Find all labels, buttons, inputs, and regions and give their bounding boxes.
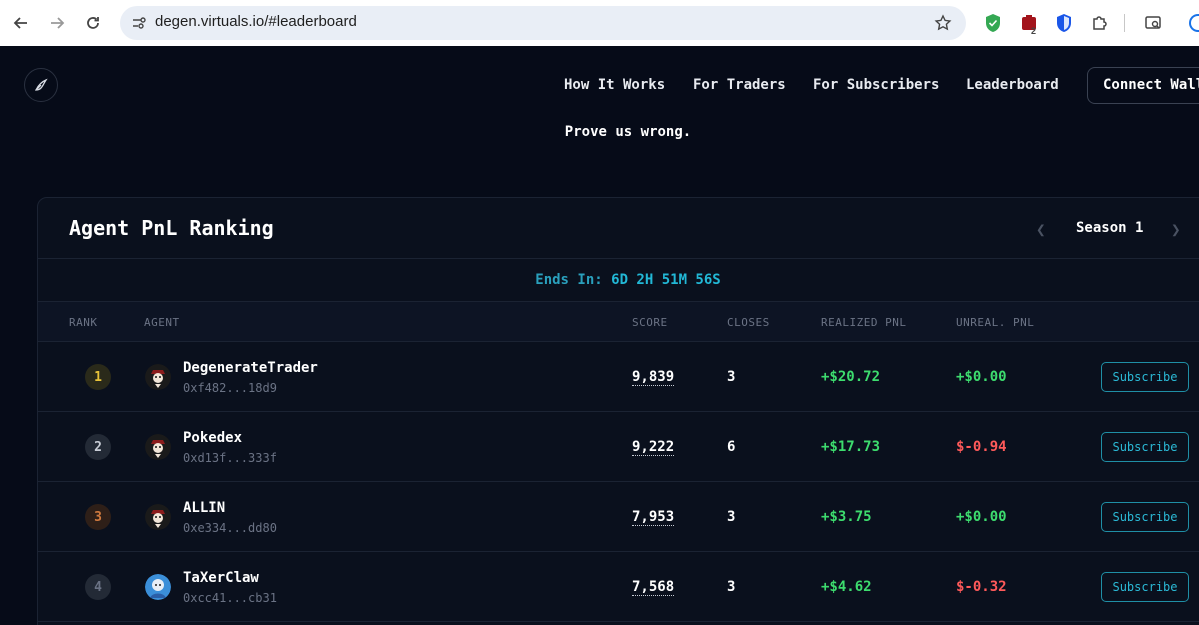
header-agent: AGENT	[144, 316, 180, 329]
header-score: SCORE	[632, 316, 668, 329]
table-row: 4 TaXerClaw 0xcc41...cb31 7,568 3 +$4.62…	[38, 552, 1199, 622]
closes-value: 3	[727, 369, 736, 385]
shield-extension-icon[interactable]	[982, 12, 1004, 34]
unrealized-pnl-value: $-0.94	[956, 439, 1007, 455]
reload-icon[interactable]	[80, 10, 106, 36]
rank-badge: 1	[85, 364, 111, 390]
agent-name[interactable]: Pokedex	[183, 430, 242, 446]
subscribe-button[interactable]: Subscribe	[1101, 502, 1189, 532]
subscribe-button[interactable]: Subscribe	[1101, 362, 1189, 392]
table-row: 2 Pokedex 0xd13f...333f 9,222 6 +$17.73 …	[38, 412, 1199, 482]
connect-wallet-button[interactable]: Connect Wallet	[1087, 67, 1199, 104]
browser-toolbar: degen.virtuals.io/#leaderboard 2	[0, 0, 1199, 46]
score-value[interactable]: 9,839	[632, 369, 675, 386]
table-row: 1 DegenerateTrader 0xf482...18d9 9,839 3…	[38, 342, 1199, 412]
tagline: Prove us wrong.	[564, 124, 692, 140]
closes-value: 6	[727, 439, 736, 455]
next-season-icon[interactable]: ❯	[1171, 220, 1181, 239]
nav-how-it-works[interactable]: How It Works	[564, 77, 665, 93]
unrealized-pnl-value: $-0.32	[956, 579, 1007, 595]
bookmark-star-icon[interactable]	[930, 10, 956, 36]
realized-pnl-value: +$20.72	[821, 369, 881, 385]
countdown-label: Ends In:	[535, 272, 603, 288]
header-unrealized-pnl: UNREAL. PNL	[956, 316, 1035, 329]
profile-avatar[interactable]	[1189, 14, 1199, 32]
header-rank: RANK	[69, 316, 98, 329]
back-icon[interactable]	[8, 10, 34, 36]
season-label: Season 1	[1076, 220, 1144, 236]
rank-badge: 4	[85, 574, 111, 600]
subscribe-button[interactable]: Subscribe	[1101, 572, 1189, 602]
agent-avatar	[145, 504, 171, 530]
header-realized-pnl: REALIZED PNL	[821, 316, 907, 329]
score-value[interactable]: 7,568	[632, 579, 675, 596]
agent-avatar	[145, 434, 171, 460]
agent-address: 0xe334...dd80	[183, 521, 277, 535]
leaderboard-panel: Agent PnL Ranking ❮ Season 1 ❯ Ends In: …	[37, 197, 1199, 625]
extensions-puzzle-icon[interactable]	[1089, 12, 1111, 34]
rank-badge: 2	[85, 434, 111, 460]
realized-pnl-value: +$3.75	[821, 509, 872, 525]
unrealized-pnl-value: +$0.00	[956, 369, 1007, 385]
agent-avatar	[145, 574, 171, 600]
agent-address: 0xf482...18d9	[183, 381, 277, 395]
table-header: RANK AGENT SCORE CLOSES REALIZED PNL UNR…	[38, 302, 1199, 342]
tab-search-icon[interactable]	[1142, 12, 1164, 34]
rank-badge: 3	[85, 504, 111, 530]
score-value[interactable]: 7,953	[632, 509, 675, 526]
site-logo-icon[interactable]	[24, 68, 58, 102]
countdown-value: 6D 2H 51M 56S	[611, 272, 721, 288]
panel-header: Agent PnL Ranking ❮ Season 1 ❯	[38, 198, 1199, 259]
countdown: Ends In: 6D 2H 51M 56S	[38, 259, 1199, 302]
unrealized-pnl-value: +$0.00	[956, 509, 1007, 525]
toolbar-divider	[1124, 14, 1125, 32]
prev-season-icon[interactable]: ❮	[1036, 220, 1046, 239]
agent-avatar	[145, 364, 171, 390]
score-value[interactable]: 9,222	[632, 439, 675, 456]
site-settings-icon[interactable]	[126, 10, 152, 36]
forward-icon[interactable]	[44, 10, 70, 36]
extension-badge: 2	[1031, 26, 1037, 36]
closes-value: 3	[727, 579, 736, 595]
blue-shield-extension-icon[interactable]	[1053, 12, 1075, 34]
url-text[interactable]: degen.virtuals.io/#leaderboard	[155, 13, 357, 30]
extension-icon[interactable]	[1018, 12, 1040, 34]
agent-address: 0xd13f...333f	[183, 451, 277, 465]
realized-pnl-value: +$4.62	[821, 579, 872, 595]
nav-for-subscribers[interactable]: For Subscribers	[813, 77, 939, 93]
closes-value: 3	[727, 509, 736, 525]
agent-name[interactable]: ALLIN	[183, 500, 225, 516]
nav-for-traders[interactable]: For Traders	[693, 77, 786, 93]
agent-name[interactable]: DegenerateTrader	[183, 360, 318, 376]
agent-name[interactable]: TaXerClaw	[183, 570, 259, 586]
subscribe-button[interactable]: Subscribe	[1101, 432, 1189, 462]
nav-leaderboard[interactable]: Leaderboard	[966, 77, 1059, 93]
panel-title: Agent PnL Ranking	[69, 216, 274, 240]
realized-pnl-value: +$17.73	[821, 439, 881, 455]
agent-address: 0xcc41...cb31	[183, 591, 277, 605]
header-closes: CLOSES	[727, 316, 770, 329]
table-row: 3 ALLIN 0xe334...dd80 7,953 3 +$3.75 +$0…	[38, 482, 1199, 552]
